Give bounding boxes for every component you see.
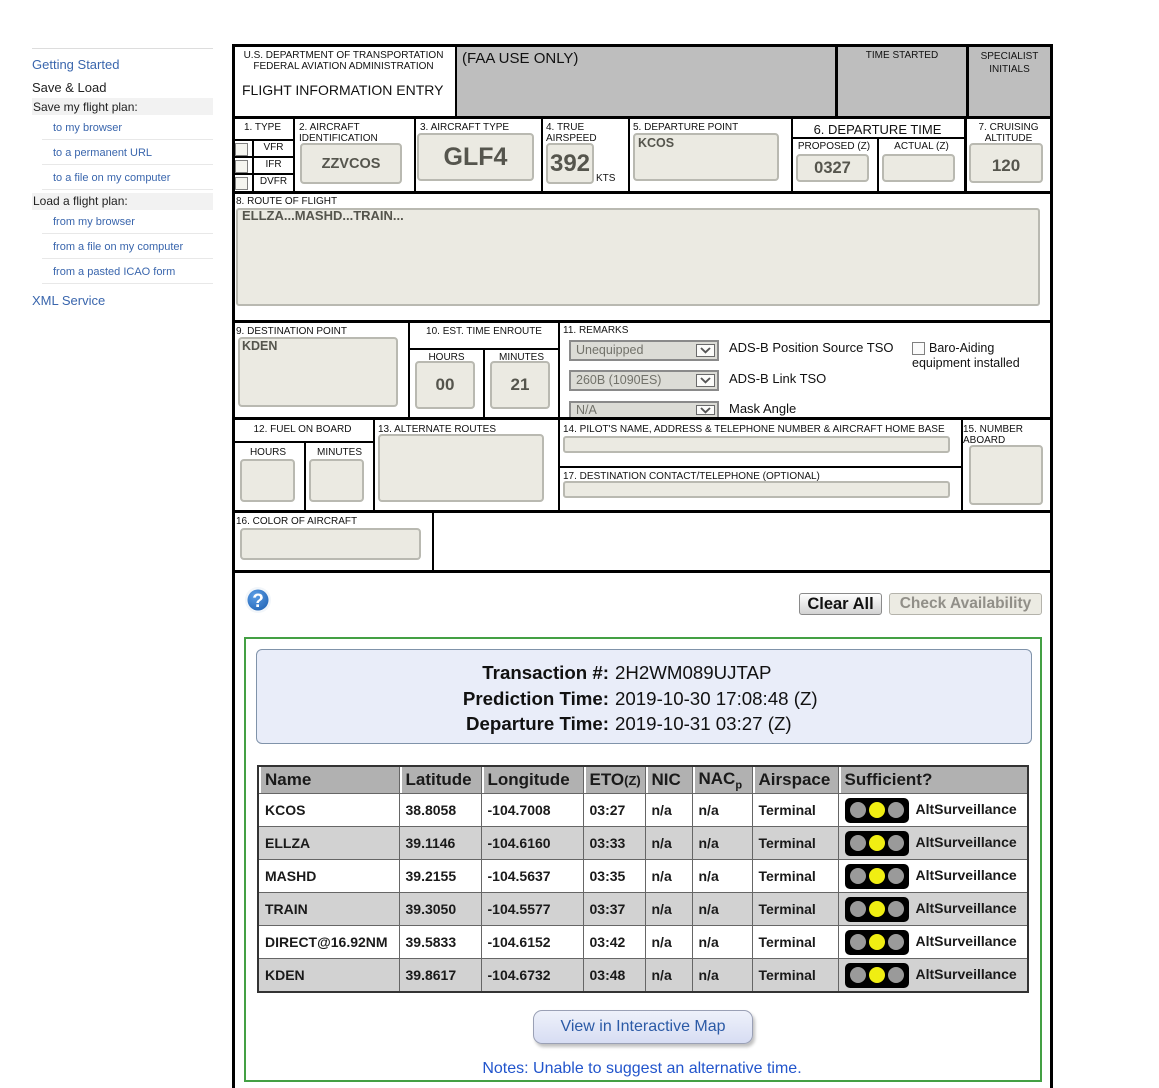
svg-text:?: ?: [252, 591, 264, 612]
